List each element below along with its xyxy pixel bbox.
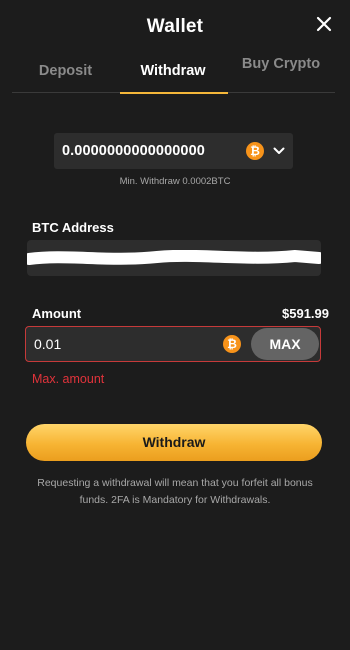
max-button[interactable]: MAX bbox=[251, 328, 319, 360]
btc-address-field[interactable] bbox=[27, 240, 321, 276]
active-tab-indicator bbox=[120, 92, 228, 94]
btc-icon: ₿ bbox=[223, 335, 241, 353]
modal-title: Wallet bbox=[146, 16, 204, 37]
close-icon bbox=[316, 16, 332, 32]
available-balance: $591.99 bbox=[282, 306, 329, 321]
tab-deposit[interactable]: Deposit bbox=[12, 52, 119, 90]
min-withdraw-note: Min. Withdraw 0.0002BTC bbox=[119, 176, 231, 187]
currency-select[interactable]: 0.0000000000000000 ₿ bbox=[54, 133, 293, 169]
btc-icon: ₿ bbox=[246, 142, 264, 160]
btc-address-input[interactable] bbox=[27, 240, 321, 276]
wallet-tabs: Deposit Withdraw Buy Crypto bbox=[12, 52, 335, 94]
close-button[interactable] bbox=[314, 14, 334, 34]
currency-balance-value: 0.0000000000000000 bbox=[62, 143, 205, 159]
withdrawal-notice: Requesting a withdrawal will mean that y… bbox=[37, 477, 313, 506]
chevron-down-icon bbox=[273, 147, 285, 154]
address-label: BTC Address bbox=[32, 220, 114, 235]
amount-label: Amount bbox=[32, 306, 82, 321]
wallet-modal: Wallet Deposit Withdraw Buy Crypto 0.000… bbox=[0, 0, 350, 650]
tab-withdraw[interactable]: Withdraw bbox=[119, 52, 227, 90]
amount-error-message: Max. amount bbox=[32, 372, 105, 386]
amount-input[interactable] bbox=[26, 327, 216, 361]
withdraw-button[interactable]: Withdraw bbox=[26, 424, 322, 461]
amount-field[interactable]: ₿ MAX bbox=[25, 326, 321, 362]
tab-buy-crypto[interactable]: Buy Crypto bbox=[227, 52, 335, 90]
